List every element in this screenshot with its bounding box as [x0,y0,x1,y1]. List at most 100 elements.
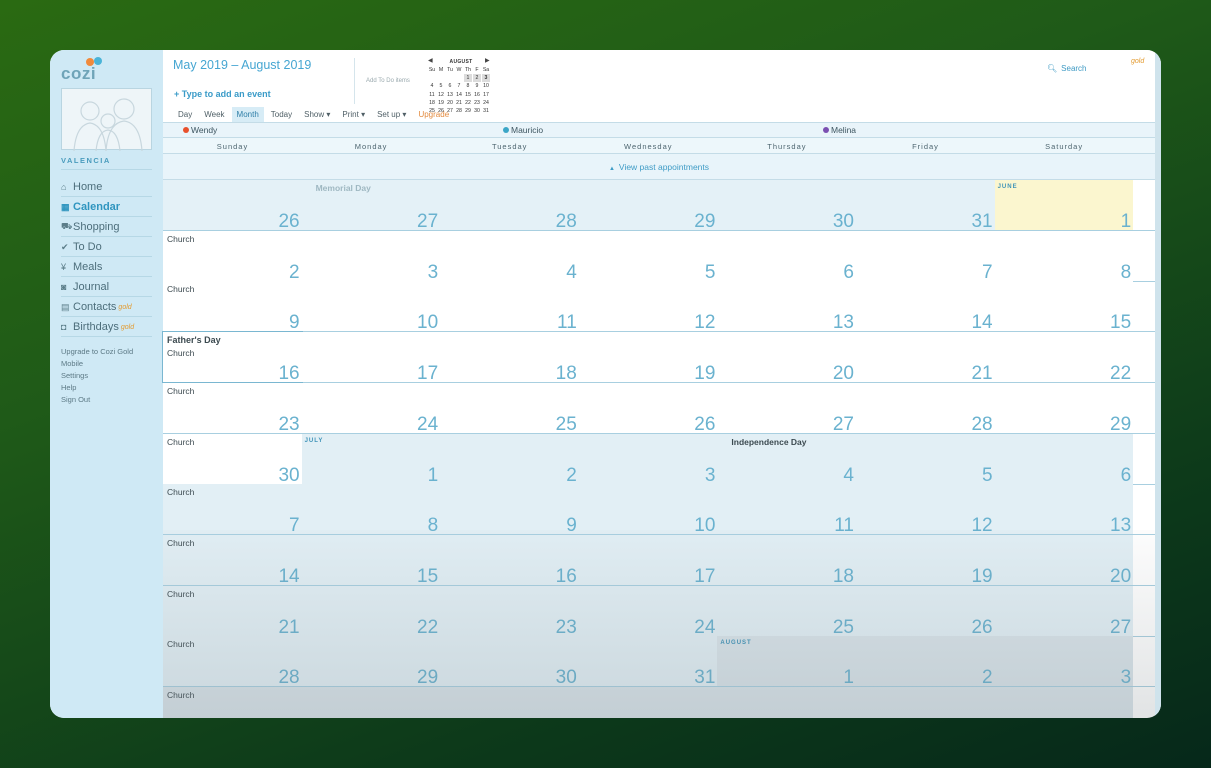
mini-cal-day[interactable]: 6 [446,82,454,90]
day-cell[interactable]: 15 [301,534,441,587]
cozi-logo[interactable]: cozi [61,56,121,84]
day-cell[interactable]: 13 [994,484,1134,536]
mini-cal-day[interactable]: 16 [473,91,481,99]
mini-cal-day[interactable]: 26 [437,107,445,115]
mini-cal-day[interactable]: 13 [446,91,454,99]
sidebar-link-mobile[interactable]: Mobile [61,359,83,368]
sidebar-item-birthdays[interactable]: ◘ Birthdays gold [61,318,152,336]
day-cell[interactable]: 11 [717,484,856,536]
day-cell[interactable]: 24 [301,382,441,435]
sidebar-item-meals[interactable]: ¥ Meals [61,258,152,276]
day-cell[interactable]: 3 [994,636,1134,688]
holiday-label[interactable]: Independence Day [731,437,806,447]
mini-cal-day[interactable]: 28 [455,107,463,115]
mini-cal-day[interactable]: 22 [464,99,472,107]
member-mauricio[interactable]: Mauricio [503,125,543,135]
day-cell[interactable]: 31 [578,636,718,688]
day-cell[interactable]: 22 [994,332,1134,384]
mini-cal-day[interactable]: 9 [473,82,481,90]
tab-print[interactable]: Print ▾ [337,107,370,122]
day-cell[interactable]: 28 [856,382,995,435]
day-cell[interactable] [994,687,1134,718]
day-cell[interactable]: 16 [440,534,579,587]
day-cell[interactable]: 26 [163,180,302,232]
member-wendy[interactable]: Wendy [183,125,217,135]
day-cell[interactable]: 6 [994,433,1134,486]
day-cell[interactable]: 23 [440,585,579,638]
mini-cal-day[interactable]: 30 [473,107,481,115]
mini-cal-day[interactable]: 25 [428,107,436,115]
mini-cal-day[interactable]: 1 [464,74,472,82]
day-cell[interactable]: 27 [994,585,1134,638]
day-cell[interactable]: 29 [301,636,441,688]
holiday-event[interactable]: Father's Day [167,335,221,345]
day-cell[interactable]: 7 [856,230,995,283]
mini-cal-day[interactable]: 10 [482,82,490,90]
calendar-event[interactable]: Church [167,348,194,358]
day-cell[interactable]: 12 [856,484,995,536]
mini-cal-day[interactable]: 21 [455,99,463,107]
mini-cal-day[interactable]: 8 [464,82,472,90]
sidebar-link-upgrade-to-cozi-gold[interactable]: Upgrade to Cozi Gold [61,347,133,356]
day-cell[interactable]: 31 [856,180,995,232]
calendar-event[interactable]: Church [167,589,194,599]
gold-badge[interactable]: gold [1131,58,1144,65]
day-cell[interactable]: 20 [717,332,856,384]
mini-cal-day[interactable]: 5 [437,82,445,90]
tab-day[interactable]: Day [173,107,197,122]
sidebar-item-to-do[interactable]: ✔ To Do [61,238,152,256]
calendar-event[interactable]: Church [167,690,194,700]
day-cell[interactable]: 26 [856,585,995,638]
mini-cal-day[interactable]: 2 [473,74,481,82]
sidebar-item-contacts[interactable]: ▤ Contacts gold [61,298,152,316]
day-cell[interactable] [717,687,856,718]
day-cell[interactable]: 25 [440,382,579,435]
mini-cal-day[interactable]: 14 [455,91,463,99]
sidebar-item-calendar[interactable]: ▦ Calendar [61,198,152,216]
mini-cal-day[interactable]: 19 [437,99,445,107]
day-cell[interactable]: 6 [717,230,856,283]
day-cell[interactable]: 30 [717,180,856,232]
day-cell[interactable]: 2 [440,433,579,486]
tab-show[interactable]: Show ▾ [299,107,335,122]
calendar-event[interactable]: Church [167,639,194,649]
view-past-link[interactable]: ▲ View past appointments [609,162,709,172]
sidebar-link-help[interactable]: Help [61,383,76,392]
day-cell[interactable]: 4 [440,230,579,283]
mini-cal-day[interactable]: 11 [428,91,436,99]
day-cell[interactable]: 24 [578,585,718,638]
calendar-event[interactable]: Church [167,538,194,548]
day-cell[interactable]: 21 [856,332,995,384]
day-cell[interactable]: 10 [578,484,718,536]
day-cell[interactable]: 28 [440,180,579,232]
member-melina[interactable]: Melina [823,125,856,135]
mini-cal-day[interactable]: 20 [446,99,454,107]
day-cell[interactable]: 18 [717,534,856,587]
mini-cal-day[interactable]: 29 [464,107,472,115]
day-cell[interactable]: 3 [578,433,718,486]
day-cell[interactable]: 29 [994,382,1134,435]
mini-cal-day[interactable]: 18 [428,99,436,107]
day-cell[interactable]: 13 [717,281,856,333]
day-cell[interactable]: 18 [440,332,579,384]
tab-month[interactable]: Month [231,106,264,122]
calendar-event[interactable]: Church [167,234,194,244]
mini-cal-day[interactable]: 4 [428,82,436,90]
sidebar-item-home[interactable]: ⌂ Home [61,178,152,196]
day-cell[interactable] [301,687,441,718]
day-cell[interactable]: 25 [717,585,856,638]
day-cell[interactable]: 15 [994,281,1134,333]
day-cell[interactable]: 10 [301,281,441,333]
day-cell[interactable]: 5 [856,433,995,486]
tab-week[interactable]: Week [199,107,229,122]
day-cell[interactable]: 27 [717,382,856,435]
day-cell[interactable]: 29 [578,180,718,232]
day-cell[interactable]: 11 [440,281,579,333]
family-photo[interactable] [61,88,152,152]
day-cell[interactable]: 12 [578,281,718,333]
calendar-event[interactable]: Church [167,284,194,294]
mini-cal-day[interactable]: 7 [455,82,463,90]
mini-cal-day[interactable]: 24 [482,99,490,107]
sidebar-item-shopping[interactable]: ⛟ Shopping [61,218,152,236]
sidebar-link-sign-out[interactable]: Sign Out [61,395,90,404]
